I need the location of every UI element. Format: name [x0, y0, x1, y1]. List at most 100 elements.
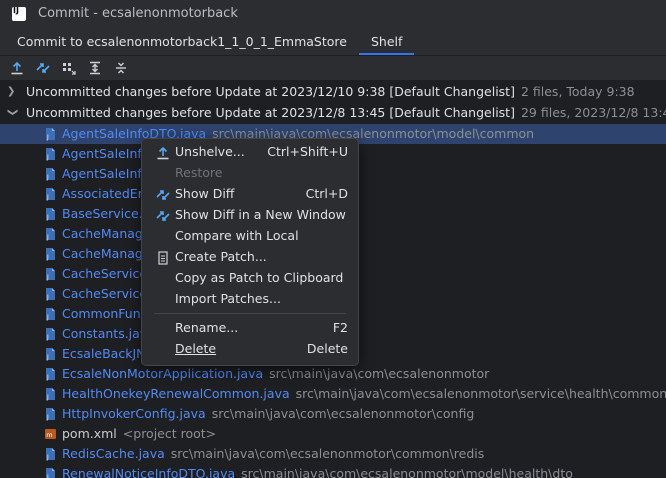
- file-name-text: CommonFunc: [62, 306, 148, 321]
- menu-label: Show Diff: [175, 186, 235, 201]
- file-path: <project root>: [122, 426, 217, 441]
- changelist-meta: 29 files, 2023/12/8 13:45: [520, 105, 666, 120]
- menu-item-rename[interactable]: Rename... F2: [146, 317, 354, 338]
- menu-item-copy-as-patch[interactable]: Copy as Patch to Clipboard: [146, 267, 354, 288]
- unshelve-icon: [156, 145, 170, 160]
- unshelve-icon[interactable]: [6, 58, 28, 78]
- java-file-icon: J: [44, 467, 57, 478]
- menu-label: Import Patches...: [175, 291, 281, 306]
- file-name-text: CacheService: [62, 286, 148, 301]
- file-path: src\main\java\com\ecsalenonmotor\service…: [295, 386, 666, 401]
- file-path: src\main\java\com\ecsalenonmotor: [269, 366, 490, 381]
- patch-icon: [156, 250, 170, 265]
- file-row[interactable]: J RedisCache.java src\main\java\com\ecsale…: [0, 444, 666, 464]
- svg-text:J: J: [46, 334, 49, 341]
- menu-separator: [154, 313, 346, 314]
- svg-text:m: m: [46, 431, 52, 439]
- svg-text:J: J: [46, 354, 49, 361]
- show-diff-icon: [156, 187, 170, 201]
- menu-shortcut: Ctrl+D: [305, 186, 348, 201]
- file-name-text: CacheManage: [62, 246, 151, 261]
- changelist-title: Uncommitted changes before Update at 202…: [26, 84, 515, 99]
- file-name-text: EcsaleBackJN: [62, 346, 146, 361]
- svg-text:J: J: [46, 194, 49, 201]
- svg-text:J: J: [46, 134, 49, 141]
- changelist-meta: 2 files, Today 9:38: [520, 84, 635, 99]
- expand-all-icon[interactable]: [84, 58, 106, 78]
- file-name: pom.xml <project root>: [62, 424, 216, 444]
- title-bar: Commit - ecsalenonmotorback: [0, 0, 666, 27]
- file-name-text: HttpInvokerConfig.java: [62, 406, 206, 421]
- java-file-icon: J: [44, 267, 57, 281]
- svg-text:J: J: [46, 294, 49, 301]
- changelist-title: Uncommitted changes before Update at 202…: [26, 105, 515, 120]
- svg-text:J: J: [46, 414, 49, 421]
- java-file-icon: J: [44, 347, 57, 361]
- menu-item-show-diff[interactable]: Show Diff Ctrl+D: [146, 183, 354, 204]
- java-file-icon: J: [44, 167, 57, 181]
- menu-item-compare-with-local[interactable]: Compare with Local: [146, 225, 354, 246]
- svg-text:J: J: [46, 474, 49, 478]
- menu-shortcut: Delete: [306, 341, 348, 356]
- file-row[interactable]: J RenewalNoticeInfoDTO.java src\main\java\…: [0, 464, 666, 478]
- changelist-row[interactable]: ❯ Uncommitted changes before Update at 2…: [0, 103, 666, 123]
- group-by-icon[interactable]: [58, 58, 80, 78]
- show-diff-icon: [156, 208, 170, 222]
- tab-commit[interactable]: Commit to ecsalenonmotorback1_1_0_1_Emma…: [5, 28, 359, 55]
- file-name: EcsaleNonMotorApplication.java src\main\j…: [62, 364, 489, 384]
- java-file-icon: J: [44, 387, 57, 401]
- java-file-icon: J: [44, 287, 57, 301]
- menu-item-restore: Restore: [146, 162, 354, 183]
- java-file-icon: J: [44, 227, 57, 241]
- java-file-icon: J: [44, 127, 57, 141]
- java-file-icon: J: [44, 187, 57, 201]
- file-row[interactable]: m pom.xml <project root>: [0, 424, 666, 444]
- menu-item-delete[interactable]: Delete Delete: [146, 338, 354, 359]
- menu-item-show-diff-new-window[interactable]: Show Diff in a New Window: [146, 204, 354, 225]
- file-name-text: AgentSaleInfo: [62, 146, 150, 161]
- context-menu: Unshelve... Ctrl+Shift+U Restore Show Di…: [141, 138, 359, 366]
- menu-label: Show Diff in a New Window: [175, 207, 346, 222]
- file-row[interactable]: J EcsaleNonMotorApplication.java src\main\…: [0, 364, 666, 384]
- collapse-all-icon[interactable]: [110, 58, 132, 78]
- file-path: src\main\java\com\ecsalenonmotor\model\h…: [241, 466, 573, 478]
- svg-text:J: J: [46, 454, 49, 461]
- menu-label: Create Patch...: [175, 249, 267, 264]
- java-file-icon: J: [44, 327, 57, 341]
- show-diff-icon[interactable]: [32, 58, 54, 78]
- menu-item-create-patch[interactable]: Create Patch...: [146, 246, 354, 267]
- java-file-icon: J: [44, 447, 57, 461]
- file-row[interactable]: J HttpInvokerConfig.java src\main\java\com…: [0, 404, 666, 424]
- menu-item-unshelve[interactable]: Unshelve... Ctrl+Shift+U: [146, 141, 354, 162]
- svg-text:J: J: [46, 394, 49, 401]
- java-file-icon: J: [44, 307, 57, 321]
- tab-shelf[interactable]: Shelf: [358, 28, 415, 55]
- file-name-text: HealthOnekeyRenewalCommon.java: [62, 386, 290, 401]
- java-file-icon: J: [44, 407, 57, 421]
- file-path: src\main\java\com\ecsalenonmotor\common\…: [170, 446, 485, 461]
- file-name-text: pom.xml: [62, 426, 117, 441]
- chevron-right-icon[interactable]: ❯: [7, 82, 17, 102]
- svg-text:J: J: [46, 274, 49, 281]
- svg-text:J: J: [46, 174, 49, 181]
- changelist-row[interactable]: ❯ Uncommitted changes before Update at 2…: [0, 82, 666, 102]
- file-name-text: EcsaleNonMotorApplication.java: [62, 366, 264, 381]
- menu-label: Delete: [175, 341, 217, 356]
- svg-text:J: J: [46, 234, 49, 241]
- shelf-toolbar: [0, 56, 666, 80]
- chevron-down-icon[interactable]: ❯: [2, 108, 22, 118]
- svg-text:J: J: [46, 154, 49, 161]
- file-name-text: RedisCache.java: [62, 446, 165, 461]
- menu-label: Rename...: [175, 320, 239, 335]
- file-name: RenewalNoticeInfoDTO.java src\main\java\c…: [62, 464, 573, 478]
- file-row[interactable]: J HealthOnekeyRenewalCommon.java src\main\…: [0, 384, 666, 404]
- menu-item-import-patches[interactable]: Import Patches...: [146, 288, 354, 309]
- menu-label: Compare with Local: [175, 228, 299, 243]
- maven-file-icon: m: [44, 427, 57, 441]
- java-file-icon: J: [44, 247, 57, 261]
- file-name: HttpInvokerConfig.java src\main\java\com\…: [62, 404, 474, 424]
- java-file-icon: J: [44, 147, 57, 161]
- file-path: src\main\java\com\ecsalenonmotor\config: [211, 406, 475, 421]
- file-name-text: CacheService.: [62, 266, 152, 281]
- menu-label: Copy as Patch to Clipboard: [175, 270, 344, 285]
